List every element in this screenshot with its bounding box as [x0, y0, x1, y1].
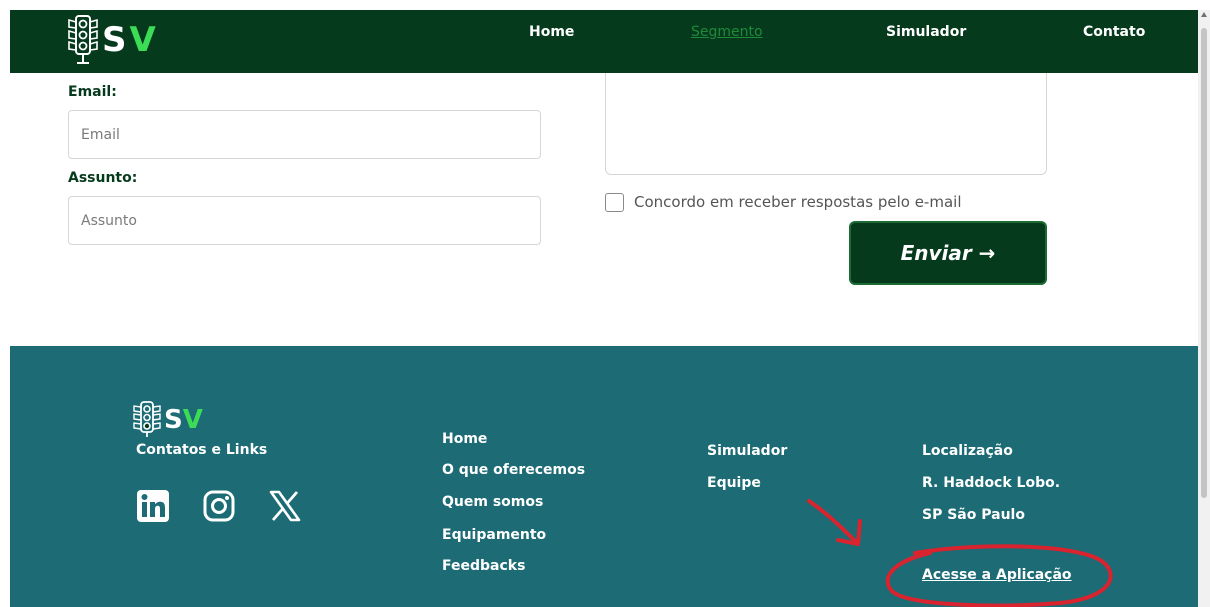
linkedin-icon[interactable]: [136, 489, 170, 523]
address-line-2: SP São Paulo: [922, 507, 1025, 523]
x-icon[interactable]: [268, 489, 302, 523]
address-line-1: R. Haddock Lobo.: [922, 475, 1061, 491]
traffic-light-icon: [133, 401, 161, 437]
submit-button[interactable]: Enviar →: [849, 221, 1047, 285]
footer-link-equipamento[interactable]: Equipamento: [442, 527, 546, 543]
submit-label: Enviar →: [900, 241, 996, 265]
nav-simulador[interactable]: Simulador: [886, 24, 966, 40]
traffic-light-icon: [68, 15, 98, 64]
subject-field[interactable]: Assunto: [68, 196, 541, 245]
subject-label: Assunto:: [68, 170, 138, 186]
footer-link-quem-somos[interactable]: Quem somos: [442, 494, 543, 510]
footer-logo[interactable]: SV: [130, 401, 203, 439]
email-label: Email:: [68, 84, 117, 100]
scroll-up-arrow-icon[interactable]: [1201, 12, 1207, 17]
subject-placeholder: Assunto: [81, 212, 137, 229]
message-textarea[interactable]: [605, 73, 1047, 175]
top-navbar: [10, 10, 1198, 73]
location-title: Localização: [922, 443, 1013, 459]
footer-logo-text-s: S: [164, 405, 183, 435]
footer-link-o-que-oferecemos[interactable]: O que oferecemos: [442, 462, 585, 478]
nav-segmento[interactable]: Segmento: [691, 24, 763, 40]
app-access-link[interactable]: Acesse a Aplicação: [922, 567, 1072, 583]
consent-checkbox[interactable]: [605, 193, 624, 212]
footer-link-simulador[interactable]: Simulador: [707, 443, 787, 459]
email-field[interactable]: Email: [68, 110, 541, 159]
footer-logo-text-v: V: [182, 405, 203, 435]
consent-label: Concordo em receber respostas pelo e-mai…: [634, 193, 962, 211]
logo-text-v: V: [129, 20, 157, 60]
footer-link-equipe[interactable]: Equipe: [707, 475, 761, 491]
logo-text-s: S: [102, 20, 128, 60]
nav-contato[interactable]: Contato: [1083, 24, 1145, 40]
email-placeholder: Email: [81, 126, 120, 143]
brand-logo[interactable]: SV: [66, 14, 157, 66]
nav-home[interactable]: Home: [529, 24, 574, 40]
footer-link-home[interactable]: Home: [442, 431, 487, 447]
footer-link-feedbacks[interactable]: Feedbacks: [442, 558, 525, 574]
contacts-title: Contatos e Links: [136, 442, 268, 458]
instagram-icon[interactable]: [202, 489, 236, 523]
scrollbar-thumb[interactable]: [1201, 28, 1207, 498]
